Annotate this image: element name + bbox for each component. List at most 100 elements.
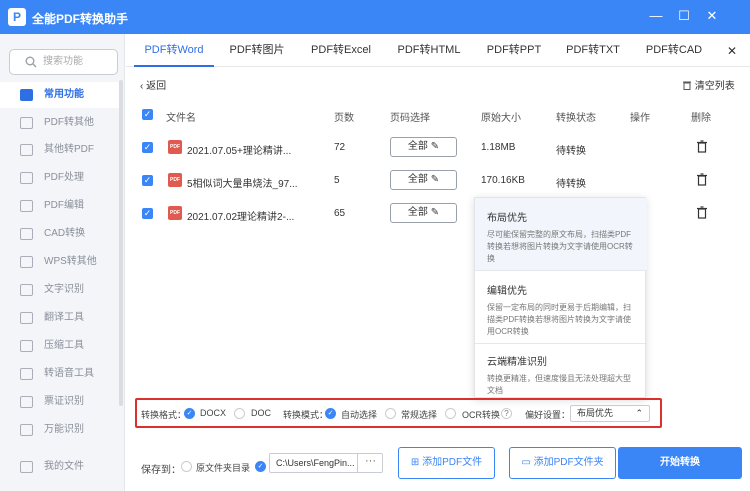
search-input[interactable]: 搜索功能 [9, 49, 118, 75]
browse-button[interactable]: ··· [357, 453, 383, 473]
option-desc: 转换更精准，但速度慢且无法处理超大型文档 [487, 374, 631, 395]
option-edit-first[interactable]: 编辑优先 保留一定布局的同时更易于后期编辑，扫描类PDF转换若想将图片转换为文字… [475, 271, 647, 343]
sidebar-item-ticket[interactable]: 票证识别 [0, 389, 120, 415]
mode-normal-label: 常规选择 [401, 410, 438, 420]
header-action: 操作 [630, 113, 650, 124]
delete-trash-icon[interactable] [696, 173, 708, 186]
option-title: 编辑优先 [487, 286, 527, 297]
page-select-button[interactable]: 全部 ✎ [390, 170, 457, 190]
sidebar-item-label: CAD转换 [44, 228, 86, 239]
mode-normal-radio[interactable] [385, 408, 396, 419]
header-pages: 页数 [334, 113, 354, 124]
close-window-button[interactable]: ✕ [704, 8, 720, 24]
sidebar-item-pdf-to-other[interactable]: PDF转其他 [0, 110, 120, 136]
sidebar-item-label: 我的文件 [44, 461, 84, 472]
tab-pdf-to-excel[interactable]: PDF转Excel [302, 34, 380, 67]
table-row: ✓ PDF 2021.07.02理论精讲2-... 65 全部 ✎ [126, 197, 750, 230]
page-select-button[interactable]: 全部 ✎ [390, 137, 457, 157]
file-name: 2021.07.05+理论精讲... [187, 146, 292, 157]
back-button[interactable]: ‹ 返回 [140, 77, 166, 92]
add-pdf-file-button[interactable]: ⊞ 添加PDF文件 [398, 447, 495, 479]
sidebar-item-label: 票证识别 [44, 396, 84, 407]
tab-bar: PDF转Word PDF转图片 PDF转Excel PDF转HTML PDF转P… [126, 34, 750, 67]
sidebar-item-label: 其他转PDF [44, 144, 94, 155]
row-checkbox[interactable]: ✓ [142, 175, 153, 186]
sidebar-scrollbar[interactable] [119, 80, 123, 406]
preference-label: 偏好设置： [525, 410, 571, 420]
sidebar-item-other-to-pdf[interactable]: 其他转PDF [0, 137, 120, 163]
row-checkbox[interactable]: ✓ [142, 142, 153, 153]
sidebar-item-label: WPS转其他 [44, 256, 97, 267]
sidebar-item-speech[interactable]: 转语音工具 [0, 361, 120, 387]
chevron-up-icon: ⌃ [635, 408, 643, 418]
sidebar-item-pdf-process[interactable]: PDF处理 [0, 165, 120, 191]
sidebar-item-label: 转语音工具 [44, 368, 94, 379]
sidebar-item-translate[interactable]: 翻译工具 [0, 305, 120, 331]
mode-auto-radio[interactable]: ✓ [325, 408, 336, 419]
sidebar-item-my-files[interactable]: 我的文件 [0, 454, 120, 480]
translate-icon [20, 312, 33, 324]
sidebar: 搜索功能 常用功能 PDF转其他 其他转PDF PDF处理 PDF编辑 CAD转… [0, 34, 125, 491]
tab-pdf-to-ppt[interactable]: PDF转PPT [478, 34, 550, 67]
option-desc: 保留一定布局的同时更易于后期编辑，扫描类PDF转换若想将图片转换为文字请使用OC… [487, 303, 631, 336]
select-all-checkbox[interactable]: ✓ [142, 109, 153, 120]
table-header: ✓ 文件名 页数 页码选择 原始大小 转换状态 操作 删除 [126, 102, 750, 128]
option-cloud-ocr[interactable]: 云端精准识别 转换更精准，但速度慢且无法处理超大型文档 [475, 344, 647, 398]
mode-auto-label: 自动选择 [341, 410, 378, 420]
option-title: 云端精准识别 [487, 357, 547, 368]
sidebar-item-label: 常用功能 [44, 89, 84, 100]
page-select-button[interactable]: 全部 ✎ [390, 203, 457, 223]
table-row: ✓ PDF 2021.07.05+理论精讲... 72 全部 ✎ 1.18MB … [126, 131, 750, 164]
file-status: 待转换 [556, 179, 586, 190]
option-desc: 尽可能保留完整的原文布局，扫描类PDF转换若想将图片转换为文字请使用OCR转换 [487, 230, 633, 263]
mode-ocr-radio[interactable] [445, 408, 456, 419]
tab-pdf-to-image[interactable]: PDF转图片 [221, 34, 293, 67]
delete-trash-icon[interactable] [696, 140, 708, 153]
search-placeholder: 搜索功能 [43, 56, 83, 67]
sidebar-item-cad[interactable]: CAD转换 [0, 221, 120, 247]
option-title: 布局优先 [487, 213, 527, 224]
header-size: 原始大小 [481, 113, 521, 124]
pdf-file-icon: PDF [168, 173, 182, 187]
clear-list-button[interactable]: 清空列表 [682, 77, 735, 92]
tab-pdf-to-cad[interactable]: PDF转CAD [635, 34, 713, 67]
edit-icon: ✎ [430, 174, 440, 185]
save-source-radio[interactable] [181, 461, 192, 472]
format-docx-radio[interactable]: ✓ [184, 408, 195, 419]
tab-pdf-to-txt[interactable]: PDF转TXT [557, 34, 629, 67]
sidebar-item-common[interactable]: 常用功能 [0, 82, 120, 108]
help-icon[interactable]: ? [501, 408, 512, 419]
tab-pdf-to-word[interactable]: PDF转Word [134, 34, 214, 67]
folder-icon [20, 461, 33, 473]
save-source-label: 原文件夹目录 [196, 463, 251, 473]
tab-pdf-to-html[interactable]: PDF转HTML [388, 34, 470, 67]
minimize-button[interactable]: — [648, 8, 664, 24]
sidebar-item-compress[interactable]: 压缩工具 [0, 333, 120, 359]
scan-icon [20, 424, 33, 436]
sidebar-item-pdf-edit[interactable]: PDF编辑 [0, 193, 120, 219]
option-layout-first[interactable]: 布局优先 尽可能保留完整的原文布局，扫描类PDF转换若想将图片转换为文字请使用O… [475, 198, 647, 270]
format-doc-label: DOC [251, 408, 271, 418]
tabs-close-icon[interactable]: ✕ [724, 43, 740, 59]
sidebar-item-label: PDF处理 [44, 172, 84, 183]
format-doc-radio[interactable] [234, 408, 245, 419]
wps-icon [20, 256, 33, 268]
trash-icon [683, 81, 691, 90]
sidebar-item-label: 文字识别 [44, 284, 84, 295]
pdf-file-icon: PDF [168, 206, 182, 220]
sidebar-item-wps[interactable]: WPS转其他 [0, 249, 120, 275]
row-checkbox[interactable]: ✓ [142, 208, 153, 219]
add-file-icon: ⊞ [410, 457, 423, 468]
to-pdf-icon [20, 144, 33, 156]
compress-icon [20, 340, 33, 352]
sidebar-item-universal[interactable]: 万能识别 [0, 417, 120, 443]
conversion-settings-bar: 转换格式： ✓ DOCX DOC 转换模式： ✓ 自动选择 常规选择 OCR转换… [135, 398, 662, 428]
preference-select[interactable]: 布局优先 ⌃ [570, 405, 650, 422]
file-status: 待转换 [556, 146, 586, 157]
add-pdf-folder-button[interactable]: ▭ 添加PDF文件夹 [509, 447, 616, 479]
start-convert-button[interactable]: 开始转换 [618, 447, 742, 479]
save-custom-radio[interactable]: ✓ [255, 461, 266, 472]
maximize-button[interactable]: ☐ [676, 8, 692, 24]
sidebar-item-ocr[interactable]: 文字识别 [0, 277, 120, 303]
delete-trash-icon[interactable] [696, 206, 708, 219]
